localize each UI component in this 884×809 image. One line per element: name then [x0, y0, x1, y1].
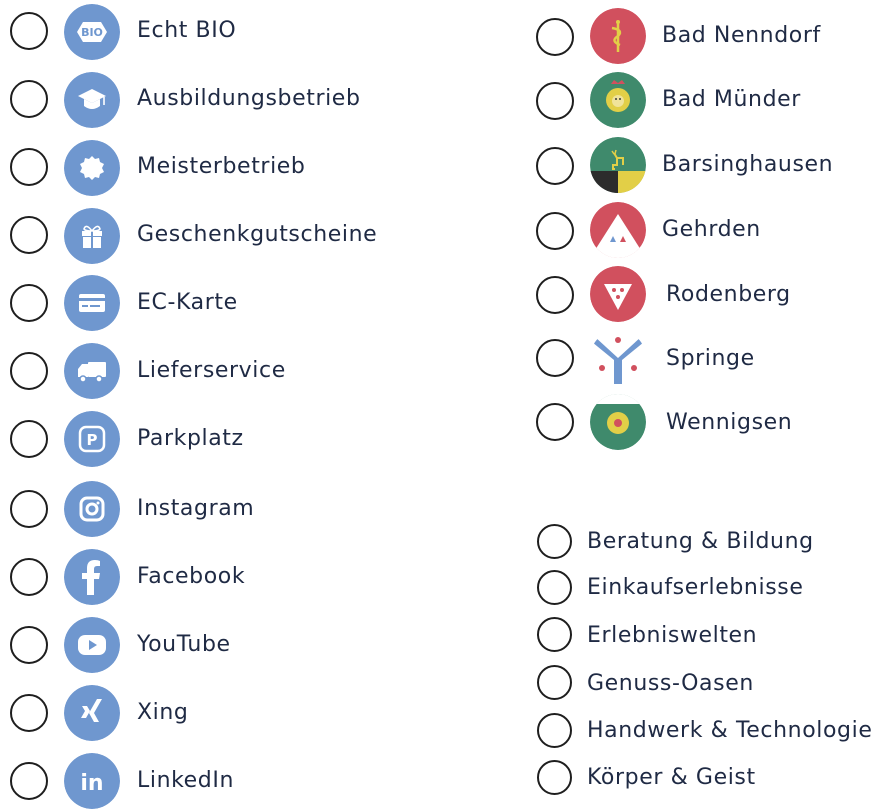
- springe-crest-icon: [590, 330, 646, 386]
- radio-erlebniswelten[interactable]: [537, 617, 572, 652]
- town-label-gehrden: Gehrden: [662, 217, 761, 242]
- town-label-barsinghausen: Barsinghausen: [662, 152, 834, 177]
- town-label-springe: Springe: [666, 346, 755, 371]
- radio-bad-muender[interactable]: [536, 82, 574, 120]
- truck-icon: [64, 343, 120, 399]
- radio-wennigsen[interactable]: [536, 403, 574, 441]
- youtube-icon: [64, 617, 120, 673]
- feature-label-meisterbetrieb: Meisterbetrieb: [137, 154, 306, 179]
- radio-meisterbetrieb[interactable]: [10, 148, 48, 186]
- credit-card-icon: [64, 275, 120, 331]
- radio-bad-nenndorf[interactable]: [536, 18, 574, 56]
- feature-label-ec-karte: EC-Karte: [137, 290, 238, 315]
- town-label-bad-nenndorf: Bad Nenndorf: [662, 23, 821, 48]
- radio-rodenberg[interactable]: [536, 276, 574, 314]
- radio-youtube[interactable]: [10, 626, 48, 664]
- feature-label-instagram: Instagram: [137, 496, 255, 521]
- facebook-icon: [64, 549, 120, 605]
- radio-linkedin[interactable]: [10, 762, 48, 800]
- category-label-handwerk-technologie: Handwerk & Technologie: [587, 718, 873, 743]
- radio-instagram[interactable]: [10, 490, 48, 528]
- gehrden-crest-icon: [590, 202, 646, 258]
- radio-echt-bio[interactable]: [10, 12, 48, 50]
- feature-label-lieferservice: Lieferservice: [137, 358, 286, 383]
- radio-springe[interactable]: [536, 339, 574, 377]
- instagram-icon: [64, 481, 120, 537]
- category-label-erlebniswelten: Erlebniswelten: [587, 623, 758, 648]
- seal-badge-icon: [64, 140, 120, 196]
- bio-icon: BIO: [64, 4, 120, 60]
- barsinghausen-crest-icon: [590, 137, 646, 193]
- feature-label-parkplatz: Parkplatz: [137, 426, 244, 451]
- svg-text:BIO: BIO: [81, 26, 103, 39]
- feature-label-youtube: YouTube: [137, 632, 231, 657]
- radio-einkaufserlebnisse[interactable]: [537, 570, 572, 605]
- radio-handwerk-technologie[interactable]: [537, 713, 572, 748]
- radio-facebook[interactable]: [10, 558, 48, 596]
- feature-label-echt-bio: Echt BIO: [137, 18, 237, 43]
- radio-parkplatz[interactable]: [10, 420, 48, 458]
- parking-icon: P: [64, 411, 120, 467]
- radio-gehrden[interactable]: [536, 212, 574, 250]
- category-label-koerper-geist: Körper & Geist: [587, 765, 756, 790]
- radio-geschenkgutscheine[interactable]: [10, 216, 48, 254]
- radio-beratung-bildung[interactable]: [537, 524, 572, 559]
- town-label-rodenberg: Rodenberg: [666, 282, 791, 307]
- feature-label-geschenkgutscheine: Geschenkgutscheine: [137, 222, 378, 247]
- feature-label-linkedin: LinkedIn: [137, 768, 235, 793]
- bad-muender-crest-icon: [590, 72, 646, 128]
- svg-text:P: P: [87, 431, 98, 449]
- graduation-cap-icon: [64, 72, 120, 128]
- category-label-beratung-bildung: Beratung & Bildung: [587, 529, 814, 554]
- town-label-wennigsen: Wennigsen: [666, 410, 793, 435]
- wennigsen-crest-icon: [590, 394, 646, 450]
- radio-xing[interactable]: [10, 694, 48, 732]
- category-label-genuss-oasen: Genuss-Oasen: [587, 671, 754, 696]
- rodenberg-crest-icon: [590, 266, 646, 322]
- feature-label-ausbildungsbetrieb: Ausbildungsbetrieb: [137, 86, 361, 111]
- xing-icon: [64, 685, 120, 741]
- category-label-einkaufserlebnisse: Einkaufserlebnisse: [587, 575, 804, 600]
- svg-text:in: in: [80, 771, 103, 796]
- radio-ausbildungsbetrieb[interactable]: [10, 80, 48, 118]
- town-label-bad-muender: Bad Münder: [662, 87, 801, 112]
- bad-nenndorf-crest-icon: [590, 8, 646, 64]
- feature-label-xing: Xing: [137, 700, 189, 725]
- gift-icon: [64, 208, 120, 264]
- radio-barsinghausen[interactable]: [536, 147, 574, 185]
- radio-koerper-geist[interactable]: [537, 760, 572, 795]
- radio-ec-karte[interactable]: [10, 284, 48, 322]
- feature-label-facebook: Facebook: [137, 564, 246, 589]
- radio-lieferservice[interactable]: [10, 352, 48, 390]
- radio-genuss-oasen[interactable]: [537, 665, 572, 700]
